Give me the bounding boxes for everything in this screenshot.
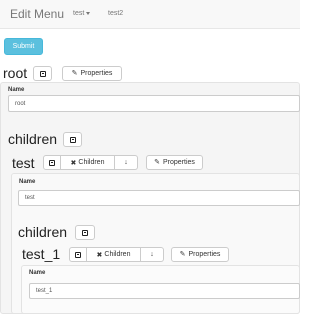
collapse-icon (49, 159, 55, 166)
test-1-name-input[interactable]: test_1 (29, 283, 300, 299)
children-collapse-button-2[interactable] (75, 225, 95, 240)
times-icon: ✖ (70, 159, 77, 167)
root-properties-button[interactable]: ✎ Properties (62, 66, 122, 81)
children-btn-label: Children (104, 251, 131, 258)
test-1-down-button[interactable]: ↓ (141, 247, 164, 262)
children-heading-2: children (18, 224, 68, 240)
nav-item-label: test (73, 10, 85, 17)
root-name-input[interactable]: root (8, 95, 300, 112)
collapse-icon (82, 229, 88, 236)
root-title: root (3, 65, 28, 81)
test-children-button[interactable]: ✖ Children (61, 155, 115, 170)
test-1-name-label: Name (29, 270, 46, 276)
arrow-down-icon: ↓ (124, 159, 128, 166)
test-1-children-button[interactable]: ✖ Children (87, 247, 141, 262)
navbar-brand[interactable]: Edit Menu (10, 7, 64, 21)
properties-label: Properties (80, 70, 113, 77)
properties-label: Properties (188, 251, 221, 258)
test-title: test (12, 155, 35, 171)
test-name-label: Name (19, 179, 36, 185)
root-name-label: Name (8, 87, 25, 93)
test-1-properties-button[interactable]: ✎ Properties (171, 247, 229, 262)
children-collapse-button[interactable] (63, 132, 82, 147)
children-heading: children (8, 131, 58, 147)
caret-down-icon (86, 11, 91, 15)
pencil-icon: ✎ (71, 70, 78, 77)
pencil-icon: ✎ (179, 251, 186, 258)
test-1-title: test_1 (22, 246, 61, 262)
navbar: Edit Menu test test2 (0, 0, 300, 29)
properties-label: Properties (162, 159, 195, 166)
test-1-collapse-button[interactable] (69, 247, 87, 262)
children-btn-label: Children (78, 159, 105, 166)
test-name-input[interactable]: test (18, 190, 300, 206)
pencil-icon: ✎ (154, 159, 160, 166)
arrow-down-icon: ↓ (150, 251, 154, 258)
times-icon: ✖ (96, 251, 103, 259)
collapse-icon (75, 251, 81, 258)
root-collapse-button[interactable] (33, 66, 52, 81)
test-properties-button[interactable]: ✎ Properties (146, 155, 203, 170)
collapse-icon (69, 136, 76, 143)
nav-dropdown-test[interactable]: test (73, 10, 91, 17)
submit-button[interactable]: Submit (4, 38, 43, 55)
test-collapse-button[interactable] (43, 155, 61, 170)
test-down-button[interactable]: ↓ (115, 155, 138, 170)
collapse-icon (39, 70, 46, 77)
test-1-btn-group: ✖ Children ↓ (69, 247, 164, 262)
test-btn-group: ✖ Children ↓ (43, 155, 138, 170)
nav-item-test2[interactable]: test2 (108, 10, 123, 17)
